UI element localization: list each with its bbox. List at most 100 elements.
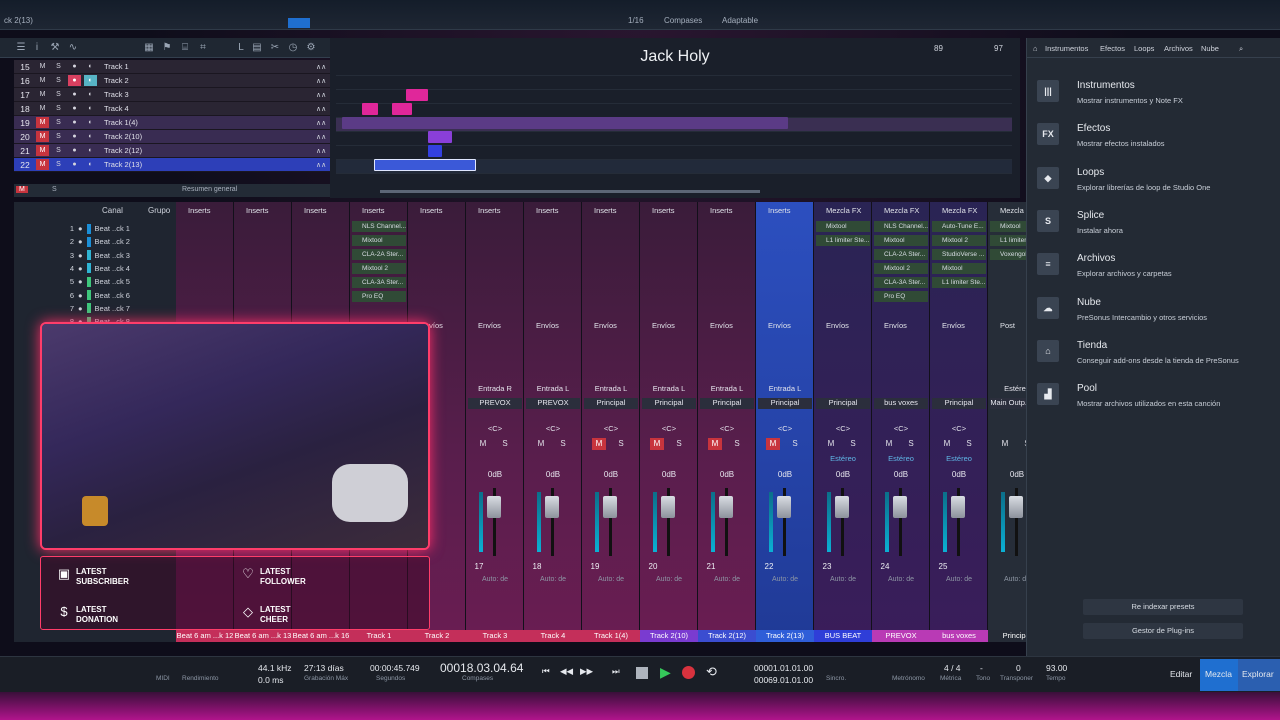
- mute-button[interactable]: M: [592, 438, 606, 450]
- volume-fader[interactable]: [719, 496, 733, 518]
- channel-name[interactable]: Beat ..ck 7: [95, 304, 130, 313]
- input-selector[interactable]: Entrada L: [758, 384, 812, 395]
- pan-control[interactable]: <C>: [816, 424, 870, 434]
- waveform-icon[interactable]: ∧∧: [316, 147, 330, 155]
- visibility-icon[interactable]: ●: [78, 237, 83, 246]
- time-signature[interactable]: 4 / 4: [944, 663, 961, 673]
- audio-clip[interactable]: [342, 117, 788, 129]
- time-unit[interactable]: Segundos: [376, 675, 405, 682]
- pan-control[interactable]: <C>: [642, 424, 696, 434]
- mute-button[interactable]: M: [940, 438, 954, 450]
- track-row[interactable]: 15 M S ● ◐ Track 1 ∧∧: [14, 60, 330, 74]
- insert-slot[interactable]: Auto-Tune E...: [932, 221, 986, 232]
- grid-unit[interactable]: Compases: [664, 16, 702, 25]
- track-monitor-icon[interactable]: ◐: [84, 103, 97, 114]
- track-solo-button[interactable]: S: [52, 89, 65, 100]
- plugin-manager-button[interactable]: Gestor de Plug-ins: [1083, 623, 1243, 639]
- volume-readout[interactable]: 0dB: [526, 470, 580, 479]
- sends-header[interactable]: Envíos: [814, 321, 871, 333]
- pan-control[interactable]: <C>: [468, 424, 522, 434]
- track-mute-button[interactable]: M: [36, 103, 49, 114]
- track-name[interactable]: Track 2: [104, 76, 316, 85]
- mix-view-button[interactable]: Mezcla: [1205, 669, 1232, 679]
- channel-label[interactable]: Track 2(12): [698, 630, 756, 642]
- track-row[interactable]: 17 M S ● ◐ Track 3 ∧∧: [14, 88, 330, 102]
- home-icon[interactable]: ⌂: [1033, 44, 1038, 53]
- track-position-field[interactable]: ck 2(13): [4, 16, 33, 25]
- channel-name[interactable]: Beat ..ck 6: [95, 291, 130, 300]
- track-solo-button[interactable]: S: [52, 61, 65, 72]
- audio-clip[interactable]: [392, 103, 412, 115]
- stop-button[interactable]: [636, 667, 648, 679]
- insert-slot[interactable]: CLA-3A Ster...: [352, 277, 406, 288]
- inserts-header[interactable]: Mezcla FX: [930, 206, 987, 218]
- browser-item[interactable]: ≡ Archivos Explorar archivos y carpetas: [1037, 249, 1277, 289]
- visibility-icon[interactable]: ●: [78, 304, 83, 313]
- track-row[interactable]: 18 M S ● ◐ Track 4 ∧∧: [14, 102, 330, 116]
- solo-button[interactable]: S: [556, 438, 570, 450]
- browser-item[interactable]: ☁ Nube PreSonus Intercambio y otros servic…: [1037, 293, 1277, 333]
- inserts-header[interactable]: Inserts: [640, 206, 697, 218]
- channel-label[interactable]: Beat 6 am ...k 16: [292, 630, 350, 642]
- insert-slot[interactable]: CLA-2A Ster...: [352, 249, 406, 260]
- arrange-view[interactable]: Jack Holy 89 97: [330, 38, 1020, 198]
- insert-slot[interactable]: Pro EQ: [874, 291, 928, 302]
- track-name[interactable]: Track 2(12): [104, 146, 316, 155]
- chord-icon[interactable]: ⌗: [196, 41, 210, 55]
- automation-mode[interactable]: Auto: de: [642, 576, 696, 583]
- browser-item[interactable]: ▟ Pool Mostrar archivos utilizados en esta…: [1037, 379, 1277, 419]
- channel-label[interactable]: PREVOX: [872, 630, 930, 642]
- input-selector[interactable]: Entrada L: [584, 384, 638, 395]
- insert-slot[interactable]: Pro EQ: [352, 291, 406, 302]
- bars-display[interactable]: 00018.03.04.64: [440, 661, 523, 675]
- track-row[interactable]: 21 M S ● ◐ Track 2(12) ∧∧: [14, 144, 330, 158]
- reindex-presets-button[interactable]: Re indexar presets: [1083, 599, 1243, 615]
- insert-slot[interactable]: Mixtool 2: [352, 263, 406, 274]
- automation-mode[interactable]: Auto: de: [816, 576, 870, 583]
- active-tool-button[interactable]: [288, 18, 310, 28]
- track-mute-button[interactable]: M: [36, 117, 49, 128]
- bars-unit[interactable]: Compases: [462, 675, 493, 682]
- sends-header[interactable]: Envíos: [466, 321, 523, 333]
- edit-view-button[interactable]: Editar: [1170, 669, 1192, 679]
- audio-clip[interactable]: [428, 145, 442, 157]
- wrench-icon[interactable]: ⚒: [48, 41, 62, 55]
- automation-mode[interactable]: Auto: de: [526, 576, 580, 583]
- track-mute-button[interactable]: M: [36, 145, 49, 156]
- solo-button[interactable]: S: [788, 438, 802, 450]
- volume-fader[interactable]: [835, 496, 849, 518]
- solo-button[interactable]: S: [904, 438, 918, 450]
- mute-button[interactable]: M: [766, 438, 780, 450]
- mute-button[interactable]: M: [650, 438, 664, 450]
- waveform-icon[interactable]: ∧∧: [316, 105, 330, 113]
- insert-slot[interactable]: L1 limiter Ste...: [816, 235, 870, 246]
- solo-button[interactable]: S: [498, 438, 512, 450]
- audio-clip[interactable]: [362, 103, 378, 115]
- volume-fader[interactable]: [661, 496, 675, 518]
- track-solo-button[interactable]: S: [52, 131, 65, 142]
- track-name[interactable]: Track 1: [104, 62, 316, 71]
- inserts-header[interactable]: Inserts: [524, 206, 581, 218]
- volume-fader[interactable]: [893, 496, 907, 518]
- tab-loops[interactable]: Loops: [1134, 44, 1154, 53]
- key-value[interactable]: -: [980, 663, 983, 673]
- track-monitor-icon[interactable]: ◐: [84, 89, 97, 100]
- sync-label[interactable]: Sincro.: [826, 675, 846, 682]
- menu-icon[interactable]: ☰: [14, 41, 28, 55]
- solo-button[interactable]: S: [672, 438, 686, 450]
- volume-readout[interactable]: 0dB: [468, 470, 522, 479]
- volume-fader[interactable]: [487, 496, 501, 518]
- channel-name[interactable]: Beat ..ck 2: [95, 237, 130, 246]
- end-icon[interactable]: ⏭: [612, 666, 620, 677]
- flag-icon[interactable]: ⚑: [160, 41, 174, 55]
- volume-readout[interactable]: 0dB: [758, 470, 812, 479]
- volume-fader[interactable]: [545, 496, 559, 518]
- inserts-header[interactable]: Inserts: [292, 206, 349, 218]
- inserts-header[interactable]: Inserts: [350, 206, 407, 218]
- mute-button[interactable]: M: [824, 438, 838, 450]
- track-name[interactable]: Track 2(10): [104, 132, 316, 141]
- track-solo-button[interactable]: S: [52, 75, 65, 86]
- insert-slot[interactable]: CLA-2A Ster...: [874, 249, 928, 260]
- inserts-header[interactable]: Mezcla FX: [872, 206, 929, 218]
- track-record-icon[interactable]: ●: [68, 89, 81, 100]
